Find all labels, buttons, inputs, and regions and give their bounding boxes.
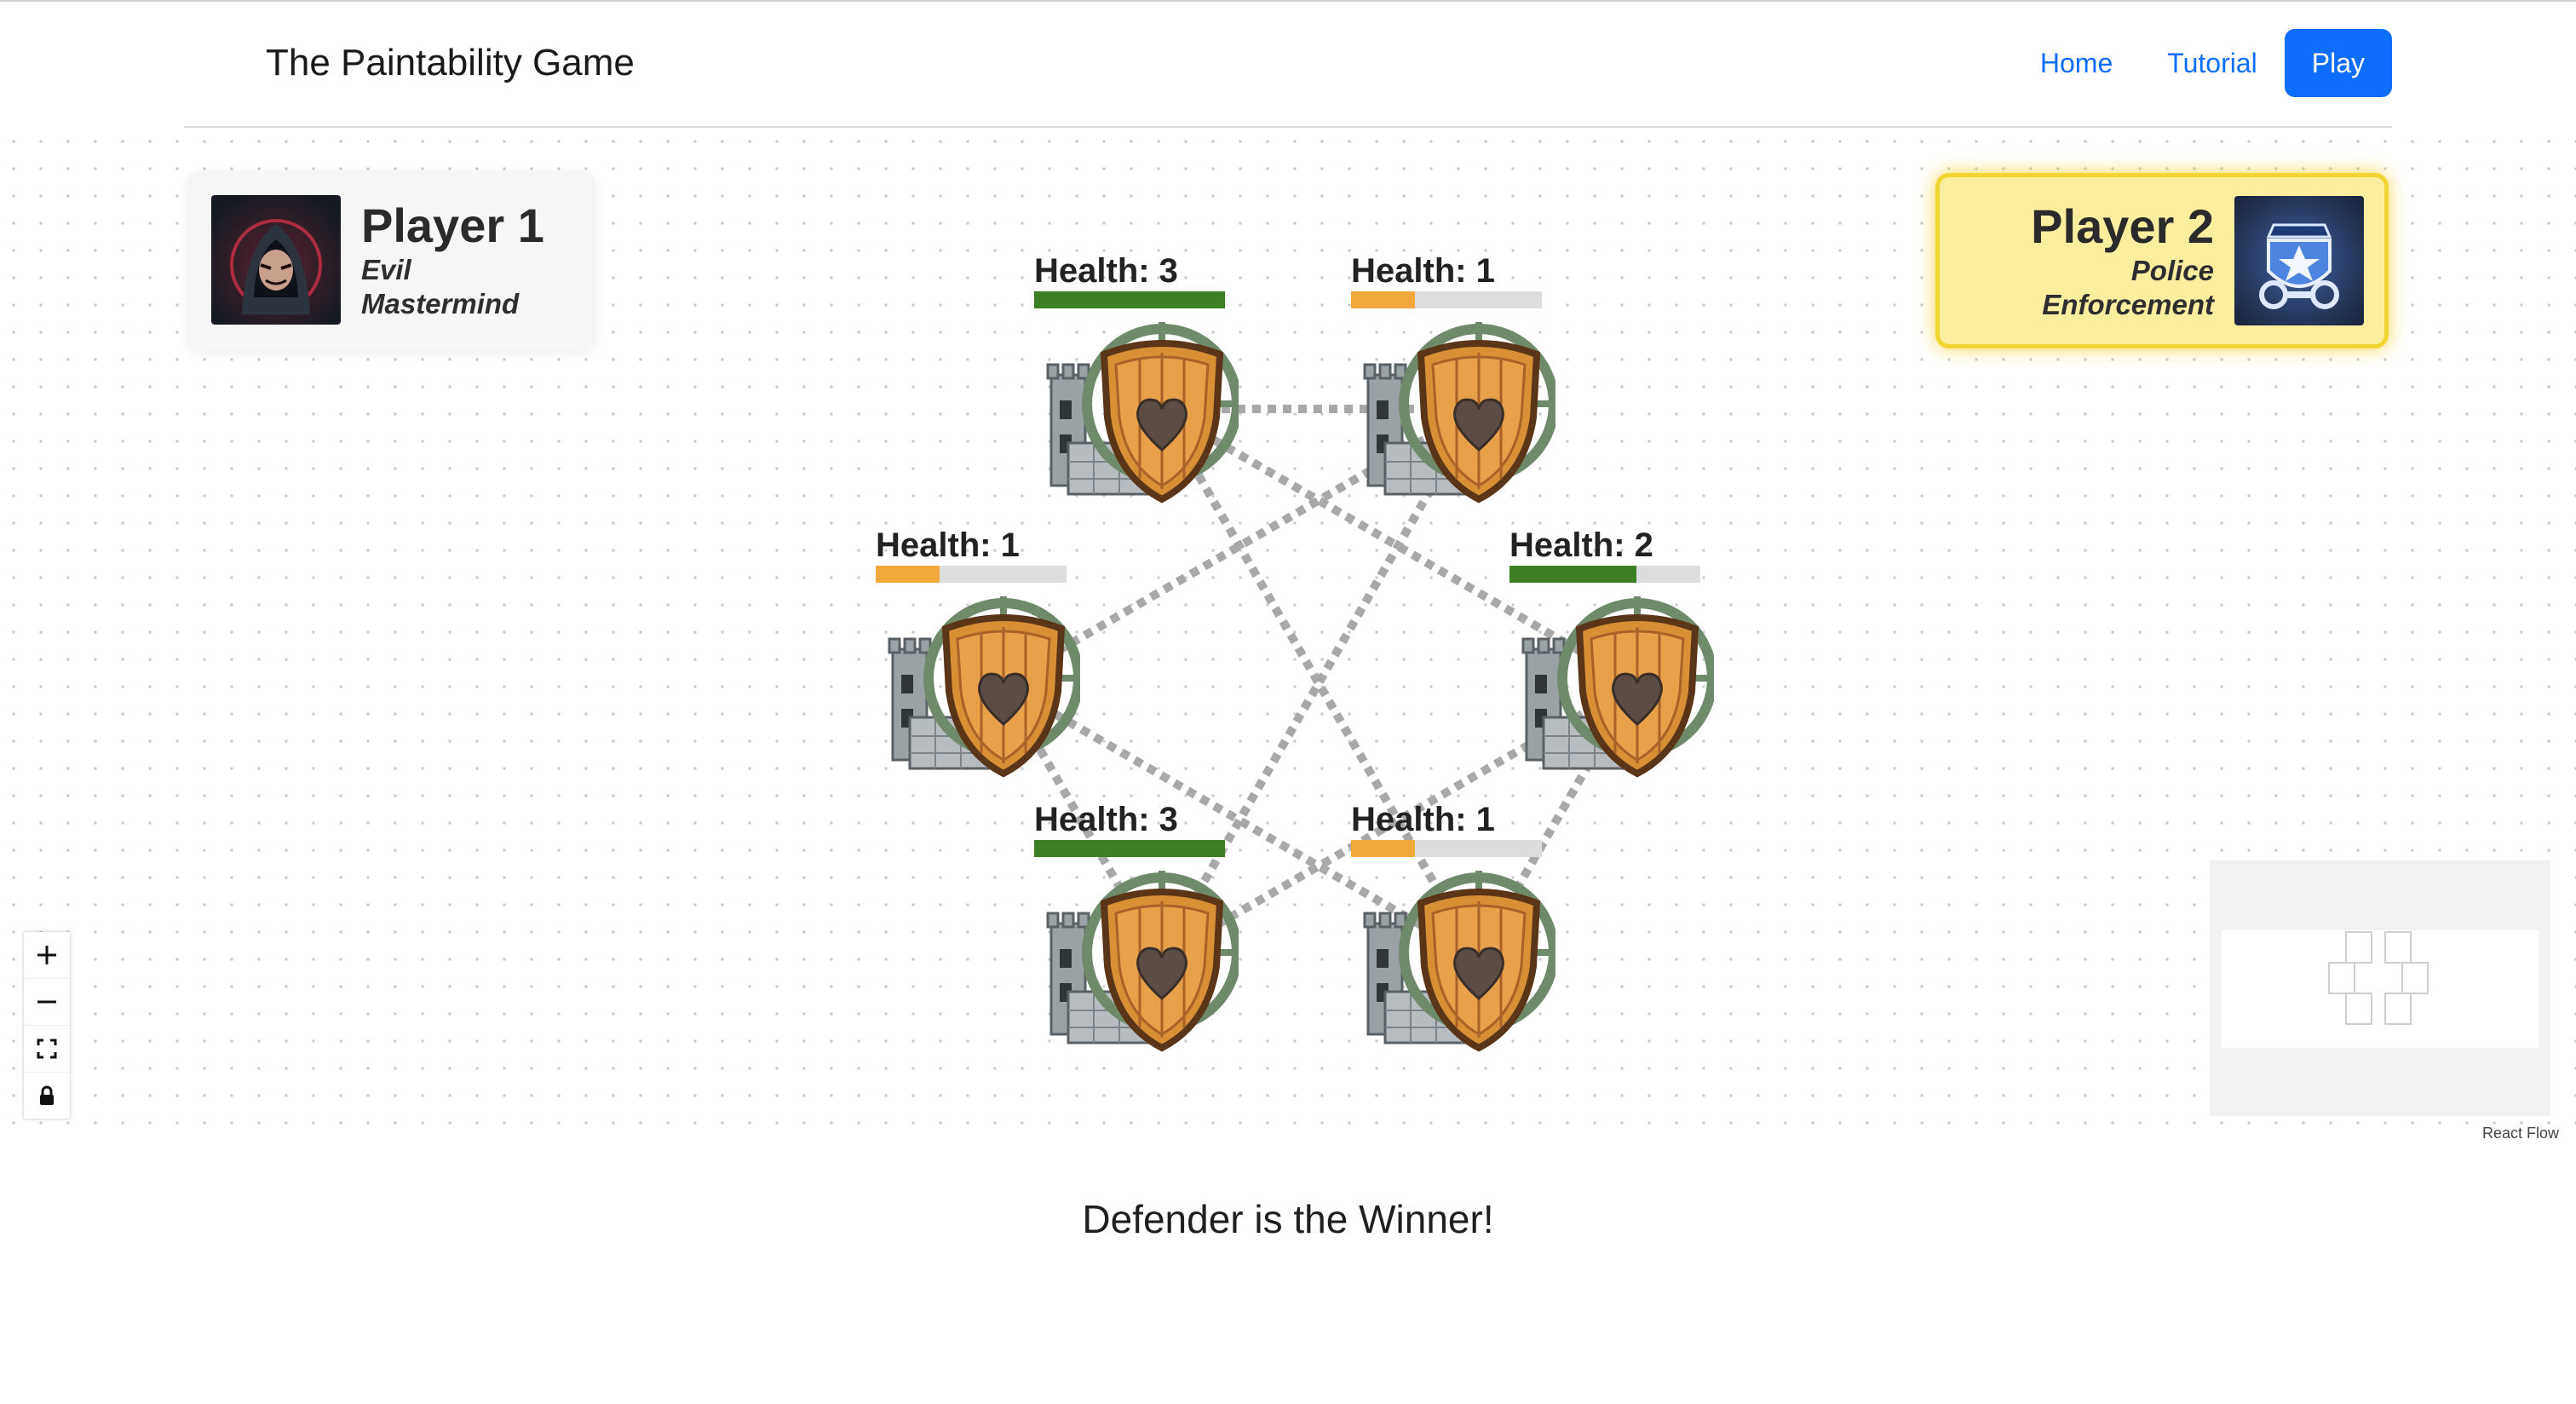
health-fill	[1509, 566, 1637, 583]
health-bar	[1034, 840, 1225, 857]
castle-shield-icon	[1351, 864, 1559, 1068]
health-fill	[1351, 291, 1415, 308]
minus-icon	[37, 1000, 56, 1004]
health-label: Health: 3	[1034, 801, 1178, 838]
lock-button[interactable]	[24, 1073, 70, 1119]
health-label: Health: 2	[1509, 526, 1653, 564]
plus-icon	[37, 946, 56, 964]
health-bar	[876, 566, 1067, 583]
winner-message: Defender is the Winner!	[1082, 1197, 1494, 1241]
fit-view-button[interactable]	[24, 1026, 70, 1073]
health-label: Health: 1	[1351, 252, 1495, 290]
fit-view-icon	[37, 1039, 57, 1059]
health-label: Health: 1	[876, 526, 1020, 564]
health-fill	[1351, 840, 1415, 857]
health-bar	[1351, 291, 1542, 308]
castle-node[interactable]: Health: 1	[876, 525, 1084, 806]
health-bar	[1509, 566, 1700, 583]
castle-node[interactable]: Health: 1	[1351, 799, 1559, 1080]
castle-shield-icon	[1351, 315, 1559, 520]
zoom-in-button[interactable]	[24, 932, 70, 979]
graph-edges	[998, 405, 1640, 962]
health-fill	[876, 566, 940, 583]
castle-shield-icon	[876, 590, 1084, 794]
castle-node[interactable]: Health: 1	[1351, 250, 1559, 532]
castle-shield-icon	[1509, 590, 1717, 794]
lock-icon	[40, 1085, 54, 1105]
health-fill	[1034, 291, 1225, 308]
health-fill	[1034, 840, 1225, 857]
zoom-out-button[interactable]	[24, 979, 70, 1026]
react-flow-attribution[interactable]: React Flow	[2482, 1125, 2559, 1142]
health-label: Health: 1	[1351, 801, 1495, 838]
health-label: Health: 3	[1034, 252, 1178, 290]
castle-node[interactable]: Health: 2	[1509, 525, 1717, 806]
castle-shield-icon	[1034, 864, 1242, 1068]
health-bar	[1034, 291, 1225, 308]
minimap-view	[2222, 930, 2539, 1048]
castle-node[interactable]: Health: 3	[1034, 250, 1242, 532]
flow-controls	[24, 932, 70, 1119]
health-bar	[1351, 840, 1542, 857]
castle-shield-icon	[1034, 315, 1242, 520]
minimap[interactable]	[2210, 860, 2550, 1116]
castle-node[interactable]: Health: 3	[1034, 799, 1242, 1080]
